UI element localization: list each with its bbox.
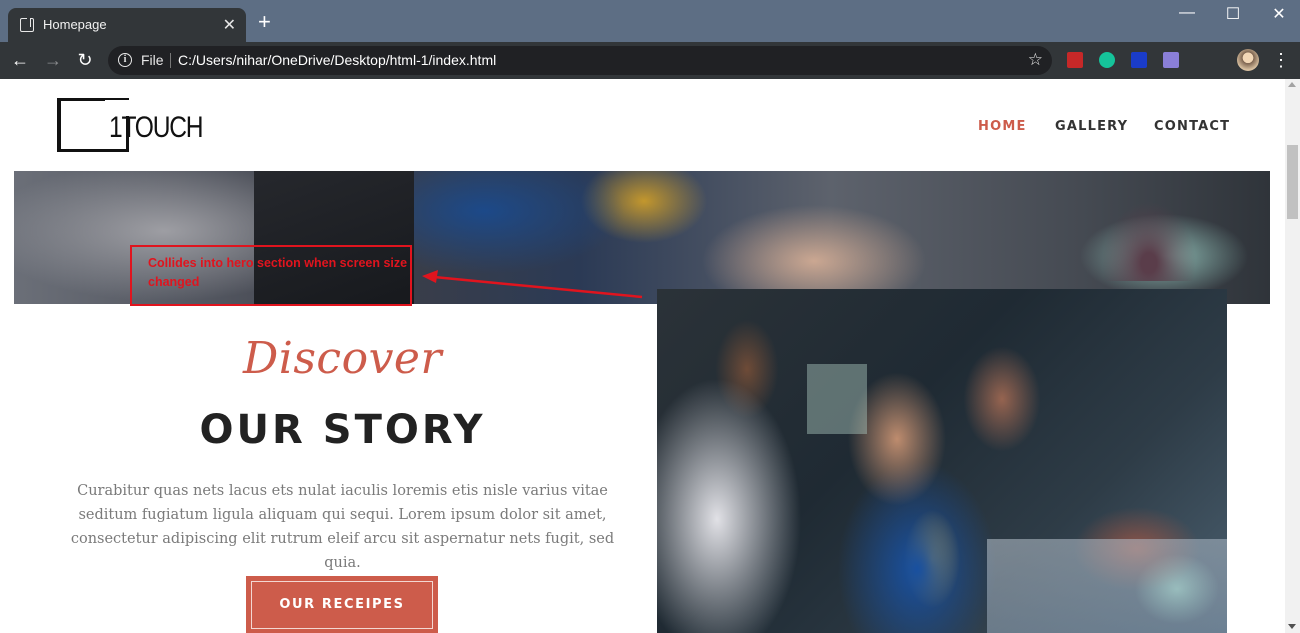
browser-menu-icon[interactable]: ⋮ bbox=[1271, 50, 1291, 71]
browser-tab-strip: Homepage ✕ + — ☐ ✕ bbox=[0, 0, 1300, 42]
page-scrollbar[interactable] bbox=[1285, 79, 1300, 633]
annotation-arrow-icon bbox=[422, 270, 643, 299]
story-photo bbox=[657, 289, 1227, 633]
nav-contact-link[interactable]: CONTACT bbox=[1154, 119, 1230, 134]
scroll-up-icon[interactable] bbox=[1288, 82, 1296, 87]
scroll-down-icon[interactable] bbox=[1288, 624, 1296, 629]
reload-icon[interactable]: ↻ bbox=[74, 50, 96, 71]
site-logo[interactable]: 1TOUCH bbox=[57, 98, 204, 153]
bookmark-star-icon[interactable]: ☆ bbox=[1028, 50, 1043, 70]
close-window-button[interactable]: ✕ bbox=[1259, 4, 1299, 24]
close-tab-icon[interactable]: ✕ bbox=[223, 15, 236, 35]
button-label: OUR RECEIPES bbox=[251, 581, 433, 629]
forward-icon[interactable]: → bbox=[42, 50, 64, 71]
address-divider bbox=[170, 53, 171, 68]
story-paragraph: Curabitur quas nets lacus ets nulat iacu… bbox=[70, 483, 615, 571]
page-favicon-icon bbox=[20, 18, 34, 32]
scheme-label: File bbox=[141, 52, 164, 68]
profile-avatar[interactable] bbox=[1237, 49, 1259, 71]
nav-home-link[interactable]: HOME bbox=[978, 119, 1027, 134]
story-title: OUR STORY bbox=[199, 407, 486, 453]
logo-text: 1TOUCH bbox=[109, 111, 204, 144]
extension-icon[interactable] bbox=[1131, 52, 1147, 68]
extension-icon[interactable] bbox=[1067, 52, 1083, 68]
our-receipes-button[interactable]: OUR RECEIPES bbox=[246, 576, 438, 633]
page-viewport: 1TOUCH HOME GALLERY CONTACT Collides int… bbox=[0, 79, 1300, 633]
browser-toolbar: ← → ↻ i File C:/Users/nihar/OneDrive/Des… bbox=[0, 42, 1300, 79]
minimize-button[interactable]: — bbox=[1167, 4, 1207, 22]
maximize-button[interactable]: ☐ bbox=[1213, 4, 1253, 24]
extension-icon[interactable] bbox=[1163, 52, 1179, 68]
url-text[interactable]: C:/Users/nihar/OneDrive/Desktop/html-1/i… bbox=[178, 52, 496, 68]
back-icon[interactable]: ← bbox=[9, 50, 31, 71]
annotation-box: Collides into hero section when screen s… bbox=[130, 245, 412, 306]
address-bar[interactable]: i File C:/Users/nihar/OneDrive/Desktop/h… bbox=[108, 46, 1052, 75]
browser-tab[interactable]: Homepage ✕ bbox=[8, 8, 246, 42]
tab-title: Homepage bbox=[43, 17, 107, 32]
story-script-title: Discover bbox=[243, 333, 442, 384]
scroll-thumb[interactable] bbox=[1287, 145, 1298, 219]
annotation-text: Collides into hero section when screen s… bbox=[148, 256, 408, 289]
grammarly-extension-icon[interactable] bbox=[1099, 52, 1115, 68]
info-icon[interactable]: i bbox=[118, 53, 132, 67]
nav-gallery-link[interactable]: GALLERY bbox=[1055, 119, 1128, 134]
new-tab-button[interactable]: + bbox=[258, 11, 271, 33]
